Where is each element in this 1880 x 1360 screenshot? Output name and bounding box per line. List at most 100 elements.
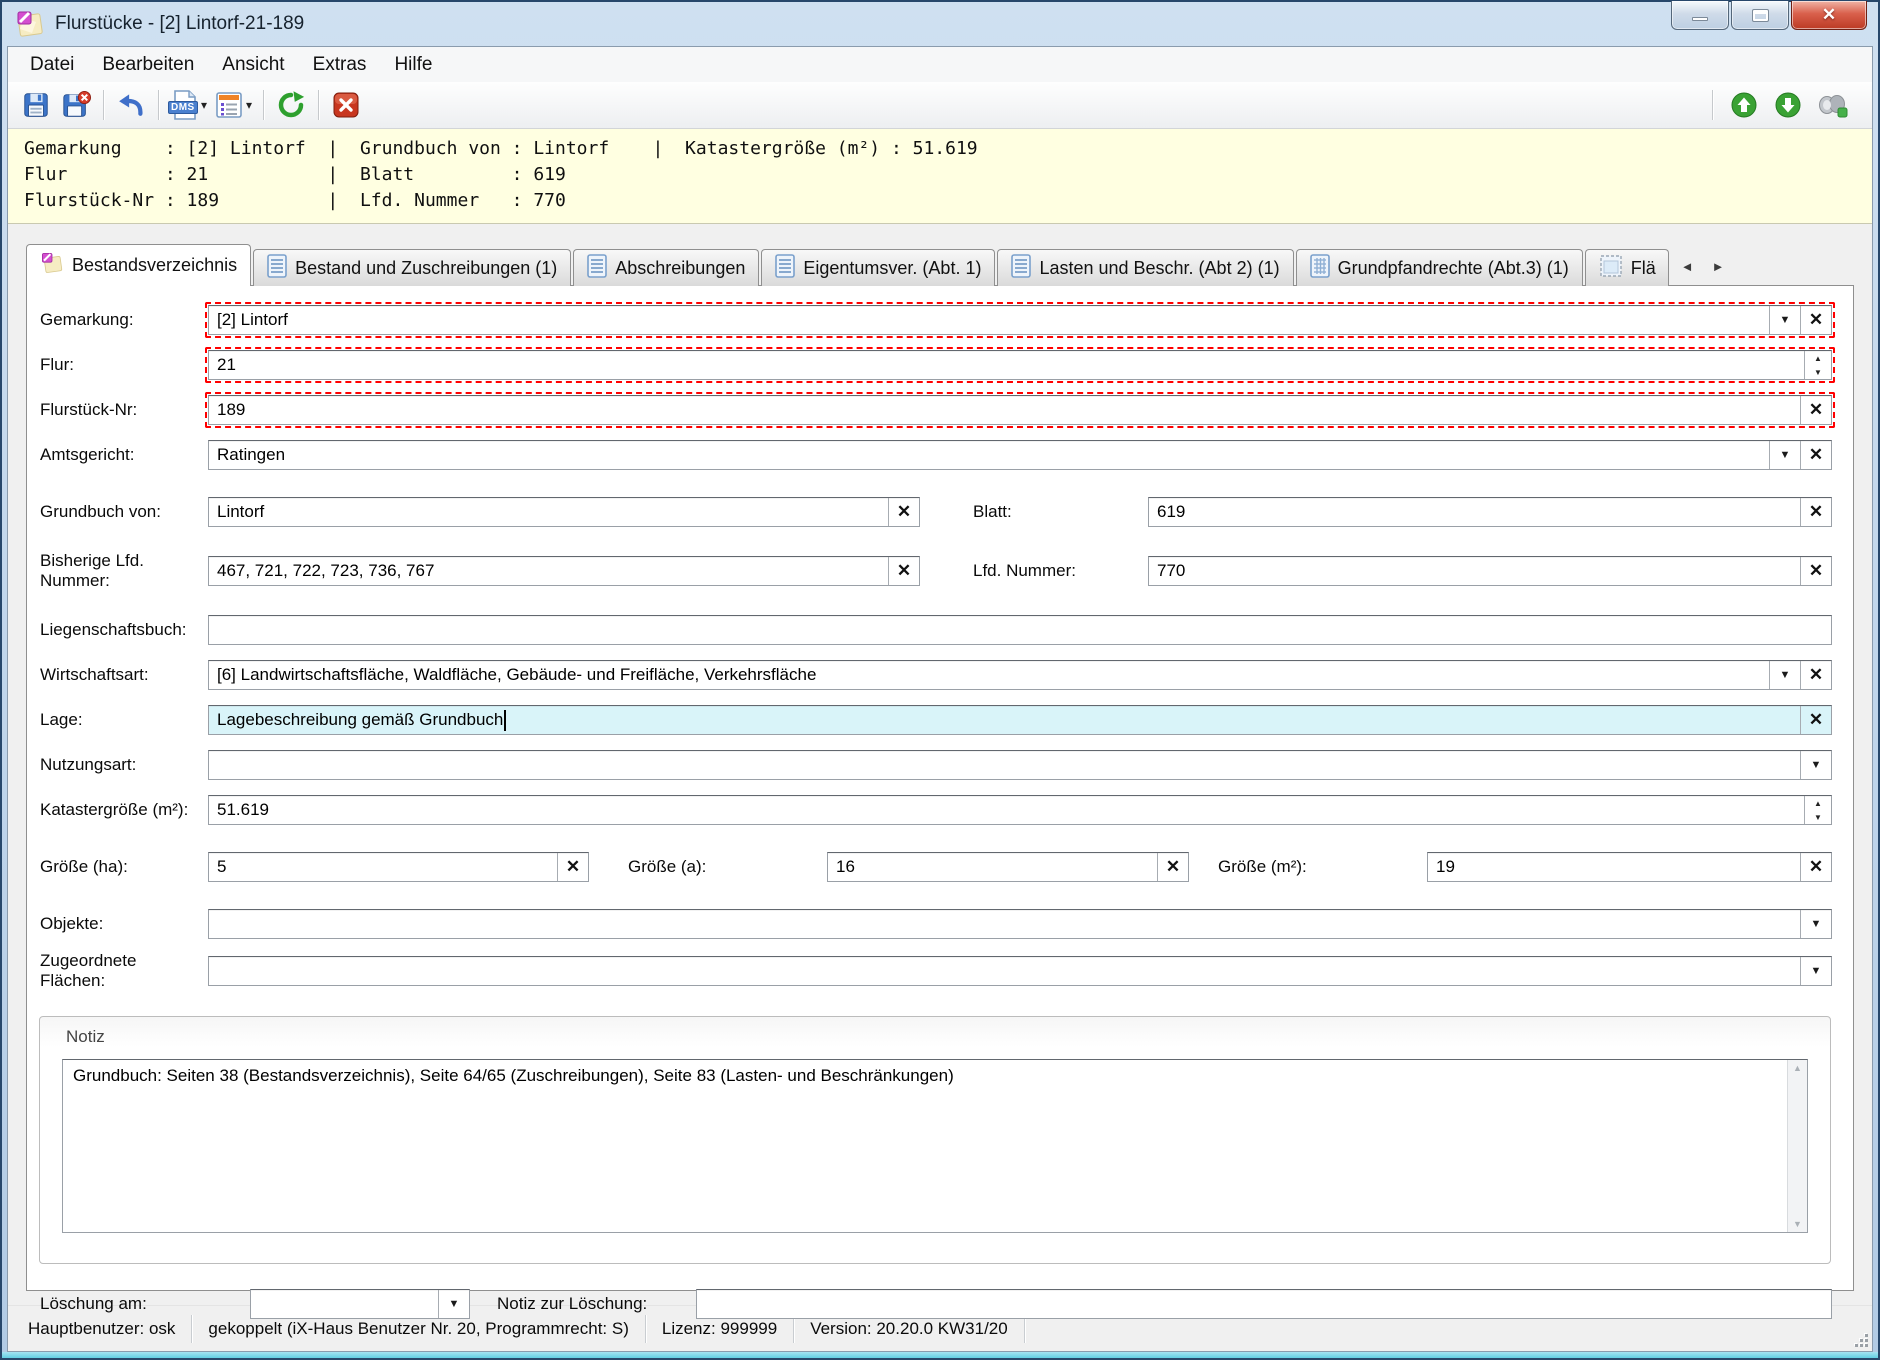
lage-input[interactable]: Lagebeschreibung gemäß Grundbuch bbox=[209, 706, 1800, 734]
tab-bestand-und-zuschreibungen[interactable]: Bestand und Zuschreibungen (1) bbox=[253, 249, 571, 286]
tab-abschreibungen[interactable]: Abschreibungen bbox=[573, 249, 759, 286]
zugeordnete-flaechen-field: ▼ bbox=[205, 953, 1835, 989]
lfd-nummer-field: ✕ bbox=[1145, 553, 1835, 589]
dms-button[interactable]: DMS ▾ bbox=[166, 86, 211, 124]
grundbuch-von-input[interactable] bbox=[209, 498, 888, 526]
save-close-icon bbox=[61, 90, 91, 120]
form-row: Gemarkung: ▼ ✕ bbox=[35, 302, 1835, 338]
wirtschaftsart-dropdown-button[interactable]: ▼ bbox=[1769, 661, 1800, 689]
list-dropdown-arrow[interactable]: ▾ bbox=[246, 98, 252, 112]
list-view-button[interactable]: ▾ bbox=[211, 86, 256, 124]
notiz-scrollbar[interactable]: ▲ ▼ bbox=[1787, 1060, 1807, 1232]
flur-spinner[interactable]: ▲ ▼ bbox=[1804, 351, 1831, 379]
menu-datei[interactable]: Datei bbox=[16, 50, 88, 80]
maximize-button[interactable] bbox=[1731, 1, 1789, 30]
zugeordnete-flaechen-dropdown-button[interactable]: ▼ bbox=[1800, 957, 1831, 985]
objekte-label: Objekte: bbox=[35, 914, 205, 934]
nutzungsart-label: Nutzungsart: bbox=[35, 755, 205, 775]
scroll-up-icon[interactable]: ▲ bbox=[1793, 1063, 1802, 1073]
form-row: Objekte: ▼ bbox=[35, 906, 1835, 942]
save-and-close-button[interactable] bbox=[56, 86, 96, 124]
nutzungsart-dropdown-button[interactable]: ▼ bbox=[1800, 751, 1831, 779]
zugeordnete-flaechen-input[interactable] bbox=[209, 957, 1800, 985]
bisherige-lfd-nummer-input[interactable] bbox=[209, 557, 888, 585]
groesse-m2-input[interactable] bbox=[1428, 853, 1800, 881]
spin-down-icon[interactable]: ▼ bbox=[1805, 810, 1831, 824]
wirtschaftsart-input[interactable] bbox=[209, 661, 1769, 689]
amtsgericht-input[interactable] bbox=[209, 441, 1769, 469]
groesse-a-clear-button[interactable]: ✕ bbox=[1157, 853, 1188, 881]
grid-icon bbox=[1310, 254, 1330, 283]
menu-extras[interactable]: Extras bbox=[299, 50, 381, 80]
close-record-button[interactable] bbox=[326, 86, 366, 124]
objekte-input[interactable] bbox=[209, 910, 1800, 938]
loeschung-am-input[interactable] bbox=[251, 1290, 438, 1318]
gemarkung-dropdown-button[interactable]: ▼ bbox=[1769, 306, 1800, 334]
search-button[interactable] bbox=[1812, 86, 1852, 124]
gemarkung-input[interactable] bbox=[209, 306, 1769, 334]
tab-label: Eigentumsver. (Abt. 1) bbox=[803, 258, 981, 279]
next-record-button[interactable] bbox=[1768, 86, 1808, 124]
flurstueck-nr-input[interactable] bbox=[209, 396, 1800, 424]
record-info-panel: Gemarkung : [2] Lintorf | Grundbuch von … bbox=[8, 129, 1872, 224]
tab-eigentumsver[interactable]: Eigentumsver. (Abt. 1) bbox=[761, 249, 995, 286]
blatt-clear-button[interactable]: ✕ bbox=[1800, 498, 1831, 526]
previous-record-button[interactable] bbox=[1724, 86, 1764, 124]
tab-scroll-right-button[interactable]: ► bbox=[1712, 259, 1725, 274]
tab-scroll-left-button[interactable]: ◄ bbox=[1681, 259, 1694, 274]
notiz-zur-loeschung-input[interactable] bbox=[697, 1290, 1831, 1318]
objekte-dropdown-button[interactable]: ▼ bbox=[1800, 910, 1831, 938]
minimize-button[interactable] bbox=[1671, 1, 1729, 30]
save-button[interactable] bbox=[16, 86, 56, 124]
close-button[interactable]: ✕ bbox=[1791, 1, 1867, 30]
tab-grundpfandrechte[interactable]: Grundpfandrechte (Abt.3) (1) bbox=[1296, 249, 1583, 286]
blatt-input[interactable] bbox=[1149, 498, 1800, 526]
katastergroesse-input[interactable] bbox=[209, 796, 1804, 824]
refresh-button[interactable] bbox=[271, 86, 311, 124]
bisherige-lfd-nummer-clear-button[interactable]: ✕ bbox=[888, 557, 919, 585]
binoculars-icon bbox=[1816, 91, 1848, 119]
liegenschaftsbuch-input[interactable] bbox=[209, 616, 1831, 644]
chevron-down-icon: ▼ bbox=[1780, 449, 1791, 461]
groesse-m2-clear-button[interactable]: ✕ bbox=[1800, 853, 1831, 881]
lfd-nummer-clear-button[interactable]: ✕ bbox=[1800, 557, 1831, 585]
nutzungsart-input[interactable] bbox=[209, 751, 1800, 779]
groesse-ha-clear-button[interactable]: ✕ bbox=[557, 853, 588, 881]
spin-up-icon[interactable]: ▲ bbox=[1805, 796, 1831, 810]
menu-ansicht[interactable]: Ansicht bbox=[208, 50, 298, 80]
flur-input[interactable] bbox=[209, 351, 1804, 379]
amtsgericht-clear-button[interactable]: ✕ bbox=[1800, 441, 1831, 469]
undo-button[interactable] bbox=[111, 86, 151, 124]
spin-down-icon[interactable]: ▼ bbox=[1805, 365, 1831, 379]
lage-clear-button[interactable]: ✕ bbox=[1800, 706, 1831, 734]
grundbuch-von-clear-button[interactable]: ✕ bbox=[888, 498, 919, 526]
form-row: Katastergröße (m²): ▲ ▼ bbox=[35, 792, 1835, 828]
tab-label: Grundpfandrechte (Abt.3) (1) bbox=[1338, 258, 1569, 279]
menu-hilfe[interactable]: Hilfe bbox=[380, 50, 446, 80]
tab-flaechen[interactable]: Flä bbox=[1585, 249, 1669, 286]
window-controls: ✕ bbox=[1671, 1, 1867, 30]
spin-up-icon[interactable]: ▲ bbox=[1805, 351, 1831, 365]
notiz-box: Grundbuch: Seiten 38 (Bestandsverzeichni… bbox=[62, 1059, 1808, 1233]
menu-bearbeiten[interactable]: Bearbeiten bbox=[88, 50, 208, 80]
katastergroesse-spinner[interactable]: ▲ ▼ bbox=[1804, 796, 1831, 824]
gemarkung-clear-button[interactable]: ✕ bbox=[1800, 306, 1831, 334]
lfd-nummer-input[interactable] bbox=[1149, 557, 1800, 585]
groesse-ha-input[interactable] bbox=[209, 853, 557, 881]
refresh-icon bbox=[276, 90, 306, 120]
dms-dropdown-arrow[interactable]: ▾ bbox=[201, 98, 207, 112]
loeschung-am-dropdown-button[interactable]: ▼ bbox=[438, 1290, 469, 1318]
tab-bestandsverzeichnis[interactable]: Bestandsverzeichnis bbox=[26, 244, 251, 286]
wirtschaftsart-label: Wirtschaftsart: bbox=[35, 665, 205, 685]
scroll-down-icon[interactable]: ▼ bbox=[1793, 1219, 1802, 1229]
flurstueck-nr-clear-button[interactable]: ✕ bbox=[1800, 396, 1831, 424]
groesse-a-input[interactable] bbox=[828, 853, 1157, 881]
liegenschaftsbuch-field bbox=[205, 612, 1835, 648]
resize-grip[interactable] bbox=[1854, 1333, 1868, 1347]
notiz-textarea[interactable]: Grundbuch: Seiten 38 (Bestandsverzeichni… bbox=[63, 1060, 1787, 1232]
bestandsverzeichnis-form: Gemarkung: ▼ ✕ Flur: bbox=[26, 285, 1854, 1291]
amtsgericht-dropdown-button[interactable]: ▼ bbox=[1769, 441, 1800, 469]
form-row: Lage: Lagebeschreibung gemäß Grundbuch ✕ bbox=[35, 702, 1835, 738]
wirtschaftsart-clear-button[interactable]: ✕ bbox=[1800, 661, 1831, 689]
tab-lasten-und-beschr[interactable]: Lasten und Beschr. (Abt 2) (1) bbox=[997, 249, 1293, 286]
